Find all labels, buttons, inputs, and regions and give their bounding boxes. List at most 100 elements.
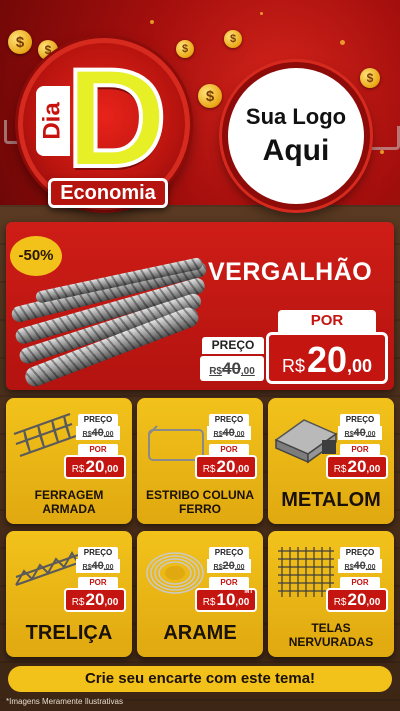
product-name: ESTRIBO COLUNA FERRO bbox=[146, 488, 254, 516]
new-price-dec: ,00 bbox=[235, 597, 250, 608]
price-box: PREÇO R$40,00 POR R$ 20,00 bbox=[326, 547, 388, 612]
old-price: R$40,00 bbox=[338, 559, 382, 573]
logo-dia-tab: Dia bbox=[36, 86, 70, 156]
new-price-int: 20 bbox=[85, 457, 105, 476]
old-price-label: PREÇO bbox=[209, 547, 249, 559]
new-price: R$ 20,00 bbox=[64, 588, 126, 612]
old-price: R$40,00 bbox=[207, 426, 251, 440]
product-name: TRELIÇA bbox=[25, 622, 113, 644]
price-box: PREÇO R$40,00 POR R$ 20,00 bbox=[64, 547, 126, 612]
product-card-metalom[interactable]: PREÇO R$40,00 POR R$ 20,00 METALOM bbox=[268, 398, 394, 524]
price-unit: MT bbox=[244, 589, 253, 595]
new-price-int: 20 bbox=[347, 457, 367, 476]
product-card-ferragem-armada[interactable]: PREÇO R$40,00 POR R$ 20,00 FERRAGEM ARMAD… bbox=[6, 398, 132, 524]
price-box: PREÇO R$40,00 POR R$ 20,00 bbox=[326, 414, 388, 479]
new-price-label: POR bbox=[209, 444, 249, 455]
old-price-int: 40 bbox=[91, 560, 104, 572]
hero-new-int: 20 bbox=[306, 339, 348, 380]
old-price-int: 40 bbox=[353, 560, 366, 572]
new-price-label: POR bbox=[78, 577, 118, 588]
old-price-label: PREÇO bbox=[78, 414, 118, 426]
new-price-currency: R$ bbox=[202, 597, 216, 608]
spark-decoration bbox=[340, 40, 345, 45]
old-price-dec: ,00 bbox=[365, 564, 376, 571]
product-name: TELAS NERVURADAS bbox=[288, 621, 374, 649]
shopping-cart-icon bbox=[366, 126, 400, 150]
product-name: FERRAGEM ARMADA bbox=[34, 488, 104, 516]
logo-letter-d: D bbox=[64, 39, 169, 196]
new-price-int: 20 bbox=[85, 590, 105, 609]
old-price-dec: ,00 bbox=[234, 564, 245, 571]
new-price-currency: R$ bbox=[333, 464, 347, 475]
price-box: PREÇO R$40,00 POR R$ 20,00 bbox=[195, 414, 257, 479]
placeholder-logo-line1: Sua Logo bbox=[245, 104, 347, 129]
new-price-dec: ,00 bbox=[104, 597, 119, 608]
old-price-int: 20 bbox=[222, 560, 235, 572]
new-price-int: 20 bbox=[347, 590, 367, 609]
price-box: PREÇO R$40,00 POR R$ 20,00 bbox=[64, 414, 126, 479]
dollar-coin-icon: $ bbox=[360, 68, 380, 88]
new-price-currency: R$ bbox=[202, 464, 216, 475]
new-price: R$ 20,00 bbox=[64, 455, 126, 479]
product-card-trelica[interactable]: PREÇO R$40,00 POR R$ 20,00 TRELIÇA bbox=[6, 531, 132, 657]
old-price-label: PREÇO bbox=[340, 547, 380, 559]
old-price-dec: ,00 bbox=[103, 564, 114, 571]
new-price-dec: ,00 bbox=[235, 464, 250, 475]
old-price-label: PREÇO bbox=[78, 547, 118, 559]
product-name: ARAME bbox=[163, 622, 237, 644]
placeholder-logo-circle[interactable]: Sua Logo Aqui bbox=[222, 62, 370, 210]
product-card-arame[interactable]: PREÇO R$20,00 POR R$ 10,00 MT ARAME bbox=[137, 531, 263, 657]
hero-old-currency: R$ bbox=[209, 366, 222, 377]
new-price-int: 20 bbox=[216, 457, 236, 476]
old-price: R$20,00 bbox=[207, 559, 251, 573]
disclaimer-text: *Imagens Meramente Ilustrativas bbox=[6, 697, 123, 706]
create-flyer-cta-button[interactable]: Crie seu encarte com este tema! bbox=[8, 666, 392, 692]
new-price-currency: R$ bbox=[333, 597, 347, 608]
old-price: R$40,00 bbox=[338, 426, 382, 440]
old-price-dec: ,00 bbox=[365, 431, 376, 438]
old-price-label: PREÇO bbox=[340, 414, 380, 426]
hero-old-int: 40 bbox=[221, 359, 241, 378]
old-price-label: PREÇO bbox=[209, 414, 249, 426]
new-price: R$ 10,00 MT bbox=[195, 588, 257, 612]
spark-decoration bbox=[380, 150, 384, 154]
old-price-int: 40 bbox=[353, 427, 366, 439]
new-price-label: POR bbox=[78, 444, 118, 455]
hero-new-currency: R$ bbox=[281, 356, 305, 376]
hero-new-dec: ,00 bbox=[347, 356, 373, 376]
spark-decoration bbox=[260, 12, 263, 15]
discount-badge: -50% bbox=[10, 236, 62, 276]
new-price: R$ 20,00 bbox=[326, 588, 388, 612]
new-price-currency: R$ bbox=[71, 464, 85, 475]
hero-new-price-label: POR bbox=[278, 310, 376, 332]
old-price-dec: ,00 bbox=[103, 431, 114, 438]
dollar-coin-icon: $ bbox=[224, 30, 242, 48]
product-card-telas-nervuradas[interactable]: PREÇO R$40,00 POR R$ 20,00 TELAS NERVURAD… bbox=[268, 531, 394, 657]
dollar-coin-icon: $ bbox=[8, 30, 32, 54]
product-card-estribo-coluna-ferro[interactable]: PREÇO R$40,00 POR R$ 20,00 ESTRIBO COLUNA… bbox=[137, 398, 263, 524]
old-price: R$40,00 bbox=[76, 426, 120, 440]
new-price: R$ 20,00 bbox=[326, 455, 388, 479]
hero-old-price-label: PREÇO bbox=[202, 337, 264, 354]
hero-new-price: R$ 20 ,00 bbox=[266, 332, 388, 384]
logo-economia-banner: Economia bbox=[48, 178, 168, 208]
hero-old-price: R$40,00 bbox=[200, 356, 264, 381]
new-price-label: POR bbox=[340, 577, 380, 588]
new-price-label: POR bbox=[209, 577, 249, 588]
new-price: R$ 20,00 bbox=[195, 455, 257, 479]
placeholder-logo-line2: Aqui bbox=[262, 134, 330, 167]
new-price-dec: ,00 bbox=[366, 464, 381, 475]
new-price-dec: ,00 bbox=[104, 464, 119, 475]
hero-old-dec: ,00 bbox=[240, 366, 255, 377]
old-price: R$40,00 bbox=[76, 559, 120, 573]
old-price-int: 40 bbox=[91, 427, 104, 439]
spark-decoration bbox=[150, 20, 154, 24]
product-name: METALOM bbox=[281, 489, 381, 511]
price-box: PREÇO R$20,00 POR R$ 10,00 MT bbox=[195, 547, 257, 612]
hero-product-name: VERGALHÃO bbox=[208, 258, 373, 286]
new-price-label: POR bbox=[340, 444, 380, 455]
dollar-coin-icon: $ bbox=[198, 84, 222, 108]
logo-dia-text: Dia bbox=[39, 102, 67, 140]
new-price-int: 10 bbox=[216, 590, 236, 609]
new-price-dec: ,00 bbox=[366, 597, 381, 608]
